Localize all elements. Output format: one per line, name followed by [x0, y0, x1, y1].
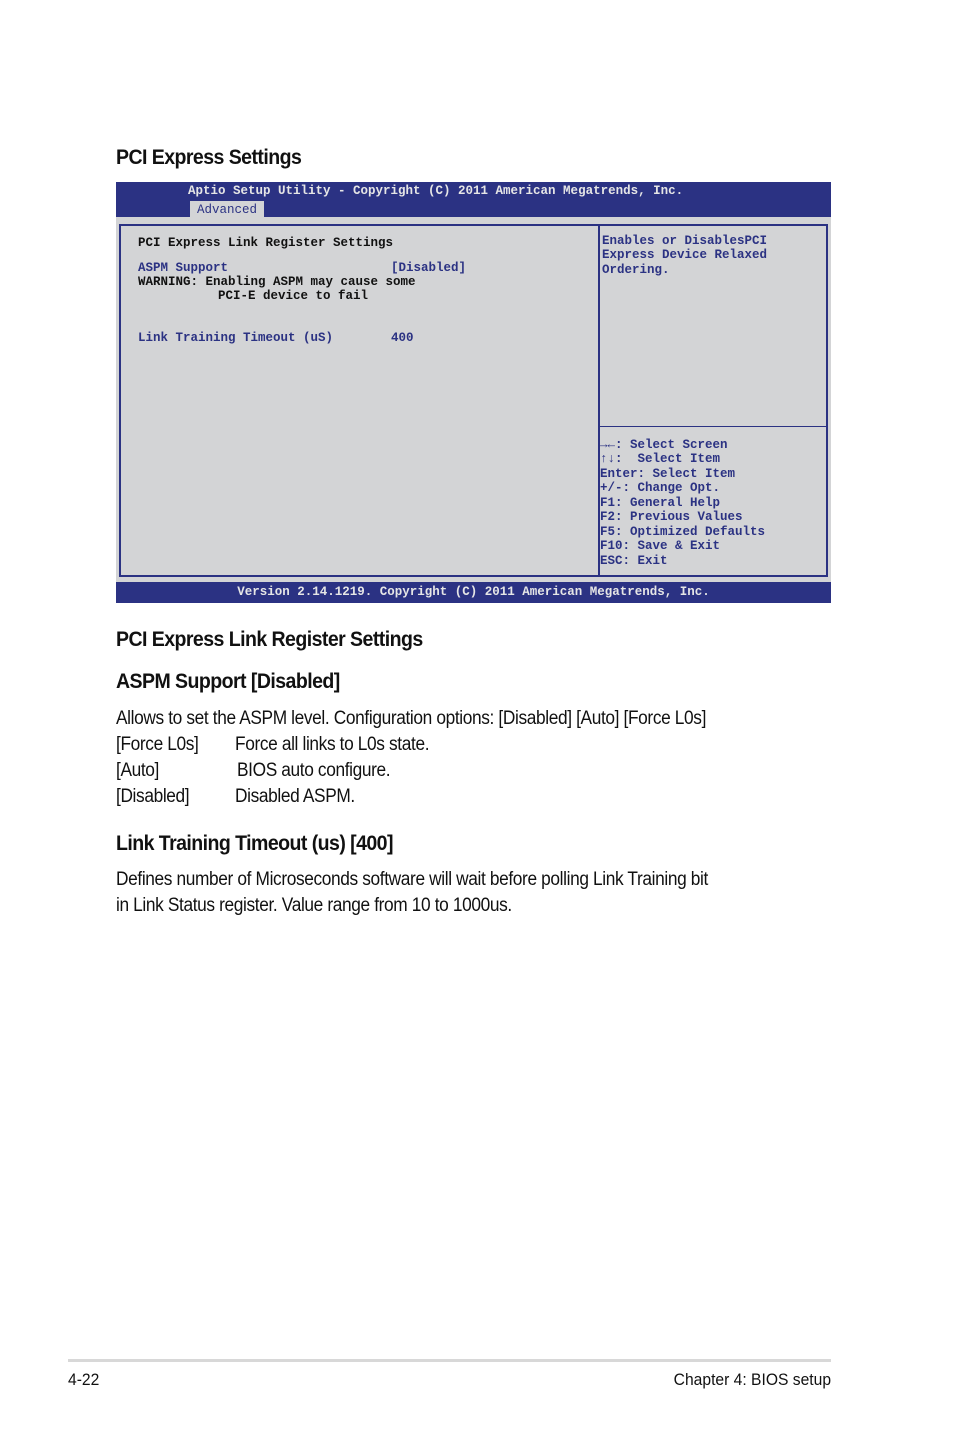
- bios-item-value: 400: [391, 331, 414, 345]
- footer-rule: [68, 1359, 831, 1362]
- chapter-label: Chapter 4: BIOS setup: [673, 1370, 831, 1389]
- section-heading-link-training: Link Training Timeout (us) [400]: [116, 832, 393, 855]
- section-heading-aspm: ASPM Support [Disabled]: [116, 670, 340, 693]
- tab-advanced[interactable]: Advanced: [190, 201, 265, 217]
- panel-divider-horizontal: [600, 426, 828, 427]
- page-number: 4-22: [68, 1370, 100, 1389]
- bios-version-footer: Version 2.14.1219. Copyright (C) 2011 Am…: [116, 582, 831, 603]
- bios-title: Aptio Setup Utility - Copyright (C) 2011…: [188, 184, 684, 198]
- help-text-line: Enables or DisablesPCI: [602, 234, 768, 248]
- key-legend-item: F10: Save & Exit: [600, 539, 721, 553]
- bios-header-bar: Aptio Setup Utility - Copyright (C) 2011…: [116, 182, 831, 217]
- bios-item-label: Link Training Timeout (uS): [138, 331, 334, 345]
- key-legend-item: ↑↓: Select Item: [600, 452, 721, 466]
- bios-item-value: [Disabled]: [391, 261, 467, 275]
- option-description: Disabled ASPM.: [235, 786, 355, 807]
- option-key: [Auto]: [116, 760, 159, 781]
- key-legend-item: Enter: Select Item: [600, 467, 736, 481]
- link-training-description-line: Defines number of Microseconds software …: [116, 869, 708, 890]
- link-training-description-line: in Link Status register. Value range fro…: [116, 895, 512, 916]
- bios-item-label: ASPM Support: [138, 261, 229, 275]
- key-legend-item: ESC: Exit: [600, 554, 668, 568]
- page-title: PCI Express Settings: [116, 146, 302, 169]
- key-legend-item: F5: Optimized Defaults: [600, 525, 766, 539]
- key-legend-item: +/-: Change Opt.: [600, 481, 721, 495]
- help-text-line: Ordering.: [602, 263, 670, 277]
- help-text-line: Express Device Relaxed: [602, 248, 768, 262]
- key-legend-item: →←: Select Screen: [600, 438, 728, 452]
- option-description: BIOS auto configure.: [237, 760, 391, 781]
- aspm-description: Allows to set the ASPM level. Configurat…: [116, 708, 707, 729]
- section-heading-link-register: PCI Express Link Register Settings: [116, 628, 423, 651]
- key-legend-item: F1: General Help: [600, 496, 721, 510]
- option-key: [Disabled]: [116, 786, 190, 807]
- bios-warning-line: WARNING: Enabling ASPM may cause some: [138, 275, 416, 289]
- bios-warning-line: PCI-E device to fail: [218, 289, 369, 303]
- option-description: Force all links to L0s state.: [235, 734, 430, 755]
- bios-section-title: PCI Express Link Register Settings: [138, 236, 394, 250]
- key-legend-item: F2: Previous Values: [600, 510, 743, 524]
- bios-screenshot: Aptio Setup Utility - Copyright (C) 2011…: [116, 182, 831, 603]
- bios-main-panel: PCI Express Link Register Settings ASPM …: [119, 224, 828, 577]
- option-key: [Force L0s]: [116, 734, 199, 755]
